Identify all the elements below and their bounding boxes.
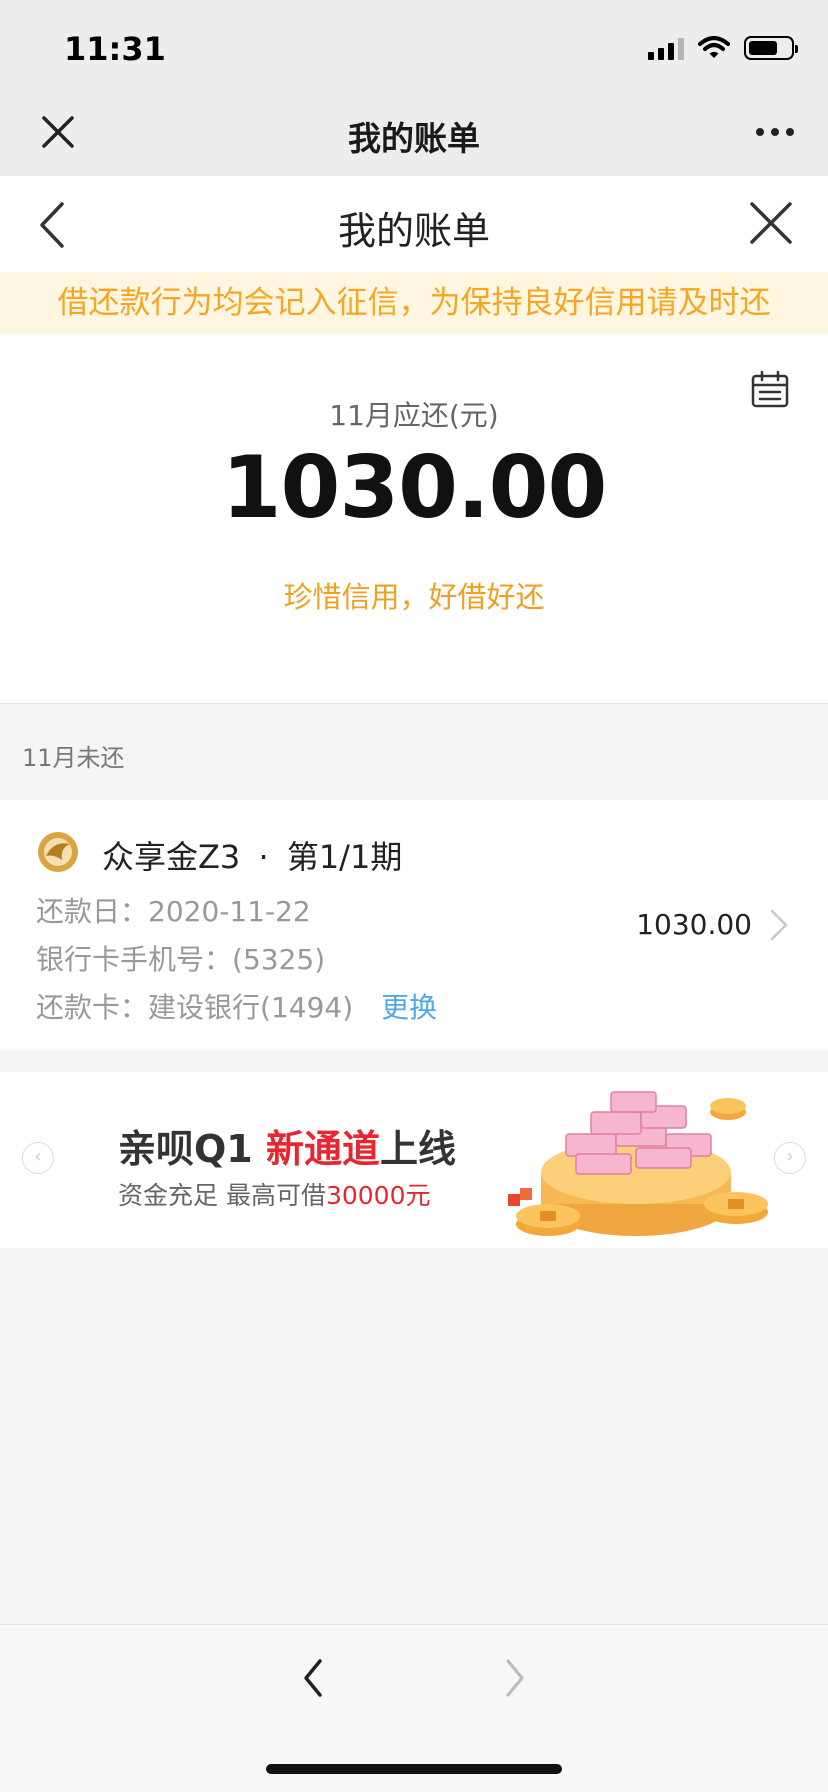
battery-icon: [744, 36, 798, 60]
status-icons: [648, 36, 798, 60]
due-date-value: 2020-11-22: [148, 895, 311, 928]
bill-card[interactable]: 众享金Z3 · 第1/1期 还款日：2020-11-22 银行卡手机号：(532…: [0, 800, 828, 1050]
banner-prev-button[interactable]: ‹: [22, 1142, 54, 1174]
banner-title-part2: 上线: [380, 1127, 457, 1171]
banner-sub-part1: 资金充足 最高可借: [118, 1181, 326, 1210]
wifi-icon: [698, 36, 730, 58]
brand-logo: [38, 832, 78, 872]
chevron-right-icon: [770, 909, 788, 941]
phone-row: 银行卡手机号：(5325): [36, 938, 325, 978]
title-separator: ·: [258, 838, 269, 876]
signal-icon: [648, 36, 684, 60]
money-stack-illustration: [508, 1091, 768, 1236]
section-title: 11月未还: [22, 744, 125, 772]
due-date-label: 还款日：: [36, 895, 149, 928]
banner-title-part1: 亲呗Q1: [118, 1127, 266, 1171]
slogan: 珍惜信用，好借好还: [283, 580, 545, 614]
status-time: 11:31: [64, 30, 166, 68]
page-header: 我的账单: [0, 176, 828, 272]
product-name: 众享金Z3: [102, 838, 241, 876]
card-row: 还款卡：建设银行(1494) 更换: [36, 986, 437, 1026]
change-card-link[interactable]: 更换: [381, 991, 437, 1024]
card-label: 还款卡：: [36, 991, 149, 1024]
wechat-title: 我的账单: [348, 119, 480, 158]
more-icon[interactable]: [756, 118, 794, 146]
wechat-title-bar: 我的账单: [0, 94, 828, 176]
phone-label: 银行卡手机号：: [36, 943, 233, 976]
browser-back-icon[interactable]: [298, 1653, 328, 1703]
card-value: 建设银行(1494): [148, 991, 354, 1024]
banner-title: 亲呗Q1 新通道上线: [118, 1118, 456, 1173]
status-bar: 11:31: [0, 0, 828, 94]
credit-notice: 借还款行为均会记入征信，为保持良好信用请及时还: [0, 272, 828, 334]
due-label: 11月应还(元): [329, 399, 499, 432]
home-indicator: [266, 1764, 562, 1774]
bill-period: 第1/1期: [286, 838, 403, 876]
promo-banner[interactable]: ‹ 亲呗Q1 新通道上线 资金充足 最高可借30000元 ›: [0, 1072, 828, 1248]
banner-sub-amount: 30000元: [325, 1181, 431, 1210]
due-amount: 1030.00: [221, 438, 608, 538]
banner-title-highlight: 新通道: [265, 1127, 380, 1171]
bill-title: 众享金Z3 · 第1/1期: [102, 832, 402, 878]
page-title: 我的账单: [337, 209, 490, 253]
banner-subtitle: 资金充足 最高可借30000元: [118, 1176, 430, 1212]
close-icon[interactable]: [748, 200, 794, 246]
phone-value: (5325): [232, 943, 326, 976]
due-date-row: 还款日：2020-11-22: [36, 890, 311, 930]
bill-amount: 1030.00: [636, 908, 752, 941]
bill-summary: 11月应还(元) 1030.00 珍惜信用，好借好还: [0, 334, 828, 704]
browser-forward-icon: [506, 1659, 524, 1697]
banner-next-button[interactable]: ›: [774, 1142, 806, 1174]
